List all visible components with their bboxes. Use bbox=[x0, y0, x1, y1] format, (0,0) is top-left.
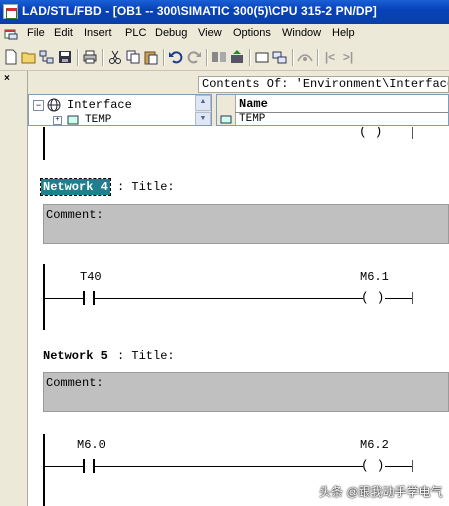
watermark: 头条 @跟我动手学电气 bbox=[319, 485, 443, 499]
goto-prev-icon[interactable]: >| bbox=[340, 49, 356, 65]
network-4-contact-operand[interactable]: T40 bbox=[80, 270, 102, 284]
network-4-title[interactable]: : Title: bbox=[117, 180, 175, 194]
redo-icon[interactable] bbox=[186, 49, 202, 65]
open-icon[interactable] bbox=[21, 49, 37, 65]
menu-options[interactable]: Options bbox=[233, 27, 271, 39]
rung-wire bbox=[385, 298, 412, 299]
rung-end-tick bbox=[412, 460, 413, 472]
rung-wire bbox=[95, 298, 363, 299]
network-4-coil-operand[interactable]: M6.1 bbox=[360, 270, 389, 284]
tree-scrollbar[interactable]: ▲ ▼ bbox=[195, 95, 211, 125]
collapse-icon[interactable]: − bbox=[33, 100, 44, 111]
toolbar-separator bbox=[249, 49, 251, 66]
menu-file[interactable]: File bbox=[27, 27, 45, 39]
left-power-rail bbox=[43, 127, 45, 160]
left-dock-strip: × bbox=[0, 71, 28, 506]
left-power-rail bbox=[43, 434, 45, 506]
contents-of-label: Contents Of: 'Environment\Interface' bbox=[198, 76, 449, 93]
toolbar: |< >| bbox=[0, 44, 449, 71]
network-5-coil[interactable]: ( ) bbox=[361, 459, 384, 473]
column-header-name[interactable]: Name bbox=[239, 97, 268, 111]
menu-plc[interactable]: PLC bbox=[125, 27, 146, 39]
copy-icon[interactable] bbox=[125, 49, 141, 65]
ladder-editor[interactable]: ( ) Network 4 : Title: Comment: T40 M6.1… bbox=[28, 127, 449, 506]
expand-icon[interactable]: + bbox=[53, 116, 62, 125]
goto-first-icon[interactable]: |< bbox=[322, 49, 338, 65]
contact-left-bar bbox=[83, 291, 85, 305]
upload-icon[interactable] bbox=[229, 49, 245, 65]
network-5-comment-text: Comment: bbox=[46, 376, 104, 390]
interface-panel: Contents Of: 'Environment\Interface' − I… bbox=[28, 71, 449, 126]
network-4-coil[interactable]: ( ) bbox=[361, 291, 384, 305]
rung-end-tick bbox=[412, 127, 413, 139]
grid-row-temp[interactable]: TEMP bbox=[239, 113, 265, 125]
temp-row-icon bbox=[220, 115, 232, 124]
monitor-icon[interactable] bbox=[297, 49, 313, 65]
toolbar-separator bbox=[317, 49, 319, 66]
rung-wire bbox=[385, 466, 412, 467]
left-power-rail bbox=[43, 264, 45, 330]
accessible-nodes-icon[interactable] bbox=[39, 49, 55, 65]
network-5-contact-operand[interactable]: M6.0 bbox=[77, 438, 106, 452]
toolbar-separator bbox=[163, 49, 165, 66]
temp-variable-icon bbox=[67, 115, 79, 125]
network-4-label[interactable]: Network 4 bbox=[40, 178, 111, 196]
menu-view[interactable]: View bbox=[198, 27, 222, 39]
print-icon[interactable] bbox=[82, 49, 98, 65]
menu-window[interactable]: Window bbox=[282, 27, 321, 39]
box-icon[interactable] bbox=[254, 49, 270, 65]
contact-left-bar bbox=[83, 459, 85, 473]
rung-wire bbox=[95, 466, 363, 467]
tree-item-temp[interactable]: TEMP bbox=[85, 114, 111, 125]
menu-help[interactable]: Help bbox=[332, 27, 355, 39]
paste-icon[interactable] bbox=[143, 49, 159, 65]
previous-coil[interactable]: ( ) bbox=[359, 127, 382, 139]
document-menu-icon[interactable] bbox=[4, 28, 18, 40]
network-4-comment-text: Comment: bbox=[46, 208, 104, 222]
menu-bar: File Edit Insert PLC Debug View Options … bbox=[0, 24, 449, 44]
network-5-title[interactable]: : Title: bbox=[117, 349, 175, 363]
rung-end-tick bbox=[412, 292, 413, 304]
menu-debug[interactable]: Debug bbox=[155, 27, 187, 39]
network-5-label[interactable]: Network 5 bbox=[43, 349, 108, 363]
menu-insert[interactable]: Insert bbox=[84, 27, 112, 39]
close-pane-icon[interactable]: × bbox=[4, 73, 10, 84]
network-5-coil-operand[interactable]: M6.2 bbox=[360, 438, 389, 452]
app-icon bbox=[3, 4, 18, 19]
scroll-up-icon[interactable]: ▲ bbox=[195, 95, 211, 111]
scroll-down-icon[interactable]: ▼ bbox=[195, 112, 211, 125]
toolbar-separator bbox=[77, 49, 79, 66]
network-icon[interactable] bbox=[272, 49, 288, 65]
interface-globe-icon bbox=[47, 98, 61, 112]
rung-wire bbox=[45, 298, 83, 299]
save-icon[interactable] bbox=[57, 49, 73, 65]
toolbar-separator bbox=[292, 49, 294, 66]
toolbar-separator bbox=[206, 49, 208, 66]
network-4-comment[interactable]: Comment: bbox=[43, 204, 449, 244]
window-title: LAD/STL/FBD - [OB1 -- 300\SIMATIC 300(5)… bbox=[22, 4, 377, 18]
tree-item-interface[interactable]: Interface bbox=[67, 98, 132, 112]
menu-edit[interactable]: Edit bbox=[54, 27, 73, 39]
network-5-comment[interactable]: Comment: bbox=[43, 372, 449, 412]
cut-icon[interactable] bbox=[107, 49, 123, 65]
interface-tree[interactable]: − Interface + TEMP ▲ ▼ bbox=[28, 94, 212, 126]
download-icon[interactable] bbox=[211, 49, 227, 65]
title-bar[interactable]: LAD/STL/FBD - [OB1 -- 300\SIMATIC 300(5)… bbox=[0, 0, 449, 24]
interface-detail-grid[interactable]: Name TEMP bbox=[216, 94, 449, 126]
toolbar-separator bbox=[102, 49, 104, 66]
new-icon[interactable] bbox=[3, 49, 19, 65]
undo-icon[interactable] bbox=[168, 49, 184, 65]
rung-wire bbox=[45, 466, 83, 467]
